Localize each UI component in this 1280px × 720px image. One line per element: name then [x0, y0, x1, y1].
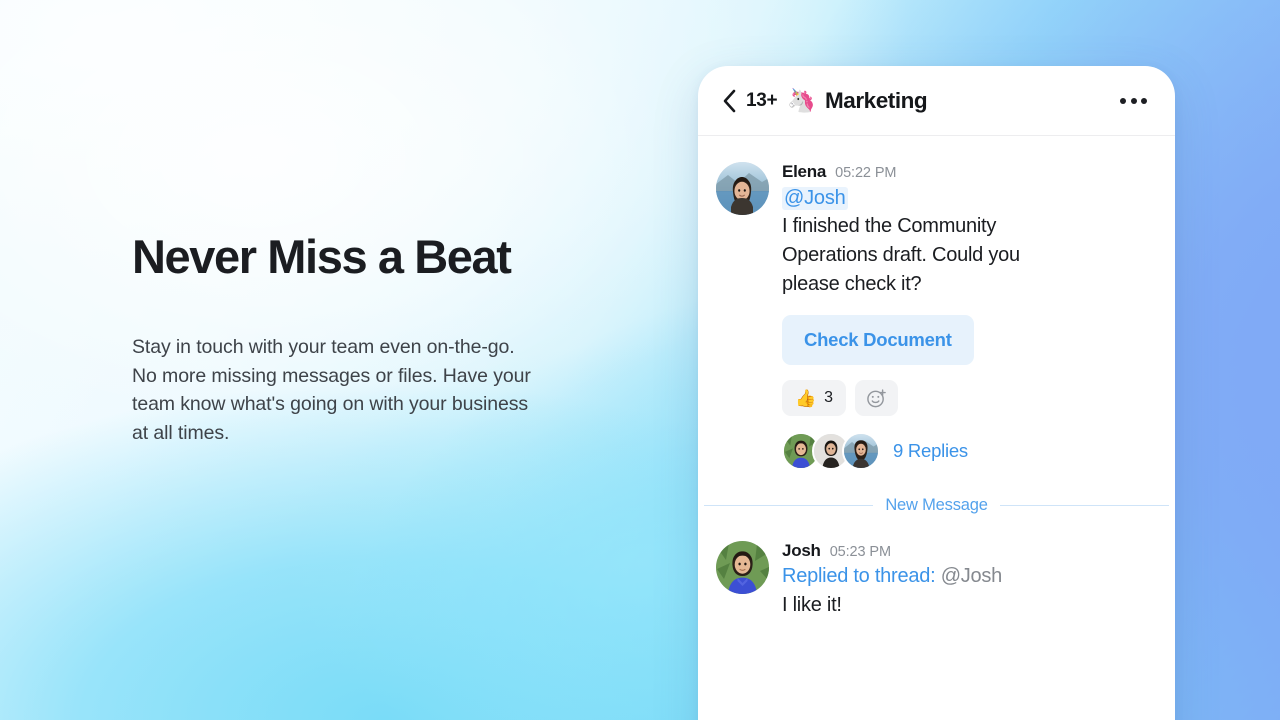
- message-item: Josh 05:23 PM Replied to thread: @Josh I…: [698, 515, 1175, 620]
- thread-replies-link[interactable]: 9 Replies: [782, 432, 1153, 470]
- reaction-count: 3: [824, 389, 834, 406]
- mention-link[interactable]: @Josh: [782, 187, 848, 210]
- message-body: Josh 05:23 PM Replied to thread: @Josh I…: [782, 541, 1153, 620]
- reaction-bar: 👍 3: [782, 380, 1153, 416]
- new-message-label: New Message: [885, 496, 988, 514]
- channel-title: Marketing: [824, 87, 928, 113]
- avatar[interactable]: [716, 162, 769, 215]
- ellipsis-dot: [1141, 97, 1147, 104]
- message-meta: Elena 05:22 PM: [782, 162, 1153, 182]
- thumbs-up-icon: 👍: [795, 388, 817, 408]
- ellipsis-dot: [1120, 97, 1126, 104]
- message-timestamp: 05:23 PM: [829, 544, 891, 560]
- new-message-divider: New Message: [698, 496, 1175, 515]
- hero-body-text: Stay in touch with your team even on-the…: [132, 335, 531, 445]
- unread-count-badge[interactable]: 13+: [746, 90, 778, 112]
- thread-reference[interactable]: Replied to thread: @Josh: [782, 562, 1153, 591]
- message-item: Elena 05:22 PM @Josh I finished the Comm…: [698, 136, 1175, 470]
- message-text: I finished the Community Operations draf…: [782, 215, 1020, 295]
- check-document-button[interactable]: Check Document: [782, 315, 974, 365]
- phone-mockup: 13+ 🦄 Marketing Elena 05:22 PM @Josh I f…: [698, 66, 1175, 720]
- message-author: Josh: [782, 541, 821, 560]
- ellipsis-icon[interactable]: [1120, 92, 1147, 110]
- divider-rule-left: [704, 505, 874, 506]
- thread-reference-label: Replied to thread:: [782, 565, 936, 587]
- ellipsis-dot: [1130, 97, 1137, 104]
- chevron-left-icon[interactable]: [718, 89, 740, 113]
- message-meta: Josh 05:23 PM: [782, 541, 1153, 561]
- message-author: Elena: [782, 162, 827, 181]
- avatar: [842, 432, 880, 470]
- avatar[interactable]: [716, 541, 769, 594]
- page-title: Never Miss a Beat: [132, 230, 512, 283]
- reply-avatar-stack: [782, 432, 880, 470]
- message-text: I like it!: [782, 594, 842, 616]
- message-list: Elena 05:22 PM @Josh I finished the Comm…: [698, 136, 1175, 620]
- add-reaction-icon[interactable]: [855, 380, 899, 416]
- unicorn-icon: 🦄: [787, 87, 816, 113]
- chat-header: 13+ 🦄 Marketing: [698, 66, 1175, 136]
- replies-count-label: 9 Replies: [893, 440, 968, 461]
- message-timestamp: 05:22 PM: [835, 165, 897, 181]
- hero-copy: Never Miss a Beat Stay in touch with you…: [132, 230, 602, 448]
- divider-rule-right: [999, 505, 1169, 506]
- thread-reference-user: @Josh: [940, 565, 1003, 587]
- reaction-thumbsup[interactable]: 👍 3: [782, 380, 847, 416]
- message-body: Elena 05:22 PM @Josh I finished the Comm…: [782, 162, 1153, 470]
